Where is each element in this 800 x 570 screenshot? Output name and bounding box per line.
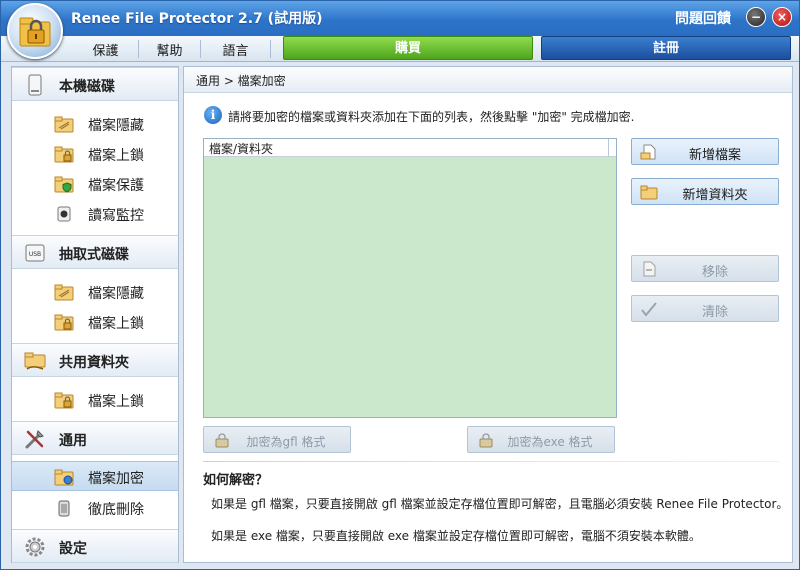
sidebar-item-label: 檔案保護: [88, 178, 144, 194]
tools-icon: [25, 430, 44, 449]
menu-help[interactable]: 幫助: [139, 40, 201, 59]
close-button[interactable]: ×: [772, 7, 792, 27]
how-to-gfl-text: 如果是 gfl 檔案，只要直接開啟 gfl 檔案並設定存檔位置即可解密，且電腦必…: [211, 497, 789, 511]
sidebar-category-label: 設定: [59, 541, 87, 557]
shredder-icon: [58, 500, 70, 517]
usb-drive-icon: USB: [25, 244, 45, 262]
sidebar-category-local-disk[interactable]: 本機磁碟: [12, 67, 178, 101]
buy-button[interactable]: 購買: [283, 36, 533, 60]
sidebar-category-shared-folder[interactable]: 共用資料夾: [12, 343, 178, 377]
lock-folder-icon: [54, 146, 74, 163]
sidebar-item-local-protect[interactable]: 檔案保護: [12, 169, 178, 199]
sidebar-category-label: 抽取式磁碟: [59, 247, 129, 263]
add-file-button[interactable]: 新增檔案: [631, 138, 779, 165]
lock-folder-logo-icon: [19, 17, 51, 47]
register-button[interactable]: 註冊: [541, 36, 791, 60]
menu-language[interactable]: 語言: [201, 40, 271, 59]
app-logo: [7, 3, 63, 59]
sidebar-item-local-hide[interactable]: 檔案隱藏: [12, 109, 178, 139]
hard-drive-icon: [28, 74, 42, 96]
gear-icon: [25, 537, 45, 557]
sidebar-category-general[interactable]: 通用: [12, 421, 178, 455]
sidebar-category-settings[interactable]: 設定: [12, 529, 178, 563]
lock-folder-icon: [54, 314, 74, 331]
how-to-decrypt-title: 如何解密？: [203, 473, 269, 488]
sidebar-category-label: 共用資料夾: [59, 355, 129, 371]
remove-label: 移除: [701, 265, 728, 280]
encrypt-gfl-label: 加密為gfl 格式: [246, 435, 326, 449]
add-file-label: 新增檔案: [688, 148, 741, 163]
encrypt-exe-label: 加密為exe 格式: [507, 435, 593, 449]
sidebar-item-removable-hide[interactable]: 檔案隱藏: [12, 277, 178, 307]
sidebar-item-local-monitor[interactable]: 讀寫監控: [12, 199, 178, 229]
breadcrumb: 通用 > 檔案加密: [184, 67, 792, 93]
list-column-header[interactable]: 檔案/資料夾: [204, 139, 609, 157]
sidebar-item-label: 檔案加密: [88, 471, 144, 487]
sidebar-item-label: 檔案隱藏: [88, 286, 144, 302]
sidebar-item-shred[interactable]: 徹底刪除: [12, 493, 178, 523]
svg-text:USB: USB: [29, 251, 41, 258]
window-title: Renee File Protector 2.7 (試用版): [71, 11, 323, 27]
instruction-text: 請將要加密的檔案或資料夾添加在下面的列表，然後點擊 "加密" 完成檔加密.: [228, 110, 635, 124]
monitor-icon: [57, 206, 71, 222]
encrypt-exe-button[interactable]: 加密為exe 格式: [467, 426, 615, 453]
info-icon: i: [204, 106, 222, 124]
sidebar-item-label: 讀寫監控: [88, 208, 144, 224]
sidebar-item-label: 檔案上鎖: [88, 316, 144, 332]
sidebar-category-label: 通用: [59, 433, 87, 449]
add-folder-button[interactable]: 新增資料夾: [631, 178, 779, 205]
sidebar-item-local-lock[interactable]: 檔案上鎖: [12, 139, 178, 169]
how-to-exe-text: 如果是 exe 檔案，只要直接開啟 exe 檔案並設定存檔位置即可解密，電腦不須…: [211, 529, 701, 543]
feedback-link[interactable]: 問題回饋: [675, 8, 731, 28]
sidebar-item-label: 徹底刪除: [88, 502, 144, 518]
sidebar-item-label: 檔案隱藏: [88, 118, 144, 134]
main-panel: 通用 > 檔案加密 i 請將要加密的檔案或資料夾添加在下面的列表，然後點擊 "加…: [183, 66, 793, 563]
add-folder-label: 新增資料夾: [682, 188, 748, 203]
sidebar-item-file-encrypt[interactable]: 檔案加密: [12, 461, 178, 491]
clear-label: 清除: [701, 305, 728, 320]
shield-folder-icon: [54, 176, 74, 193]
sidebar-item-removable-lock[interactable]: 檔案上鎖: [12, 307, 178, 337]
lock-folder-icon: [54, 392, 74, 409]
divider: [203, 461, 779, 462]
menu-protect[interactable]: 保護: [73, 40, 139, 59]
sidebar-item-label: 檔案上鎖: [88, 148, 144, 164]
list-header: 檔案/資料夾: [204, 139, 616, 157]
hide-folder-icon: [54, 284, 74, 301]
shared-folder-icon: [24, 352, 46, 370]
file-list[interactable]: 檔案/資料夾: [203, 138, 617, 418]
encrypt-gfl-button[interactable]: 加密為gfl 格式: [203, 426, 351, 453]
encrypt-folder-icon: [54, 469, 74, 486]
hide-folder-icon: [54, 116, 74, 133]
minimize-button[interactable]: −: [746, 7, 766, 27]
remove-button[interactable]: 移除: [631, 255, 779, 282]
sidebar-category-label: 本機磁碟: [59, 79, 115, 95]
sidebar-item-label: 檔案上鎖: [88, 394, 144, 410]
sidebar-category-removable-disk[interactable]: USB 抽取式磁碟: [12, 235, 178, 269]
sidebar: 本機磁碟 檔案隱藏 檔案上鎖 檔案保護 讀寫監控 USB 抽取式磁碟 檔案隱藏 …: [11, 66, 179, 563]
title-bar[interactable]: Renee File Protector 2.7 (試用版) 問題回饋 − ×: [1, 1, 799, 36]
sidebar-item-shared-lock[interactable]: 檔案上鎖: [12, 385, 178, 415]
clear-button[interactable]: 清除: [631, 295, 779, 322]
app-window: Renee File Protector 2.7 (試用版) 問題回饋 − × …: [0, 0, 800, 570]
